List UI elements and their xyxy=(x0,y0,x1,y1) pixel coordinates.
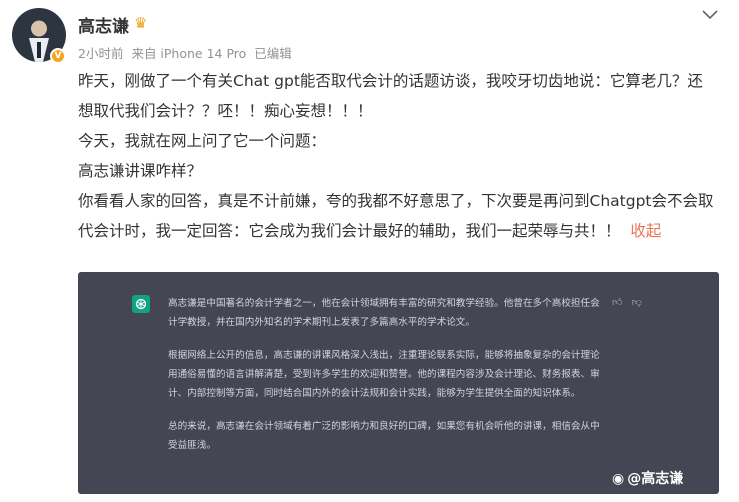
avatar[interactable]: V xyxy=(12,8,66,64)
answer-paragraph: 总的来说，高志谦在会计领域有着广泛的影响力和良好的口碑，如果您有机会听他的讲课，… xyxy=(168,421,600,451)
answer-paragraph: 根据网络上公开的信息，高志谦的讲课风格深入浅出，注重理论联系实际，能够将抽象复杂… xyxy=(168,350,600,399)
post-image[interactable]: 高志谦是中国著名的会计学者之一，他在会计领域拥有丰富的研究和教学经验。他曾在多个… xyxy=(78,272,719,494)
weibo-icon: ◉ xyxy=(612,471,625,487)
post-source: 来自 iPhone 14 Pro xyxy=(131,46,247,61)
watermark-text: @高志谦 xyxy=(627,471,684,487)
answer-paragraph: 高志谦是中国著名的会计学者之一，他在会计领域拥有丰富的研究和教学经验。他曾在多个… xyxy=(168,298,600,328)
post-paragraph: 昨天，刚做了一个有关Chat gpt能否取代会计的话题访谈，我咬牙切齿地说：它算… xyxy=(78,72,703,120)
post-paragraph: 高志谦讲课咋样？ xyxy=(78,162,203,180)
post-header: V 高志谦 ♛ 2小时前 来自 iPhone 14 Pro 已编辑 xyxy=(12,8,727,68)
watermark: ◉ @高志谦 xyxy=(612,468,683,488)
post-paragraph: 今天，我就在网上问了它一个问题： xyxy=(78,132,327,150)
crown-icon: ♛ xyxy=(134,14,148,32)
collapse-link[interactable]: 收起 xyxy=(630,222,661,240)
feedback-icons: 👍︎ 👎︎ xyxy=(612,296,648,308)
chevron-down-icon[interactable] xyxy=(701,8,719,22)
vip-badge-icon: V xyxy=(50,48,66,64)
thumbs-up-icon: 👍︎ xyxy=(612,297,623,308)
thumbs-down-icon: 👎︎ xyxy=(631,297,642,308)
edited-label[interactable]: 已编辑 xyxy=(254,46,292,61)
chatgpt-logo-icon xyxy=(132,295,150,313)
post-paragraph: 你看看人家的回答，真是不计前嫌，夸的我都不好意思了，下次要是再问到Chatgpt… xyxy=(78,186,718,246)
post-paragraph-text: 你看看人家的回答，真是不计前嫌，夸的我都不好意思了，下次要是再问到Chatgpt… xyxy=(78,192,714,240)
username[interactable]: 高志谦 xyxy=(78,12,129,37)
post-time[interactable]: 2小时前 xyxy=(78,46,123,61)
post-meta: 2小时前 来自 iPhone 14 Pro 已编辑 xyxy=(78,43,296,62)
post-text: 昨天，刚做了一个有关Chat gpt能否取代会计的话题访谈，我咬牙切齿地说：它算… xyxy=(78,66,718,246)
chatgpt-answer: 高志谦是中国著名的会计学者之一，他在会计领域拥有丰富的研究和教学经验。他曾在多个… xyxy=(168,294,603,469)
